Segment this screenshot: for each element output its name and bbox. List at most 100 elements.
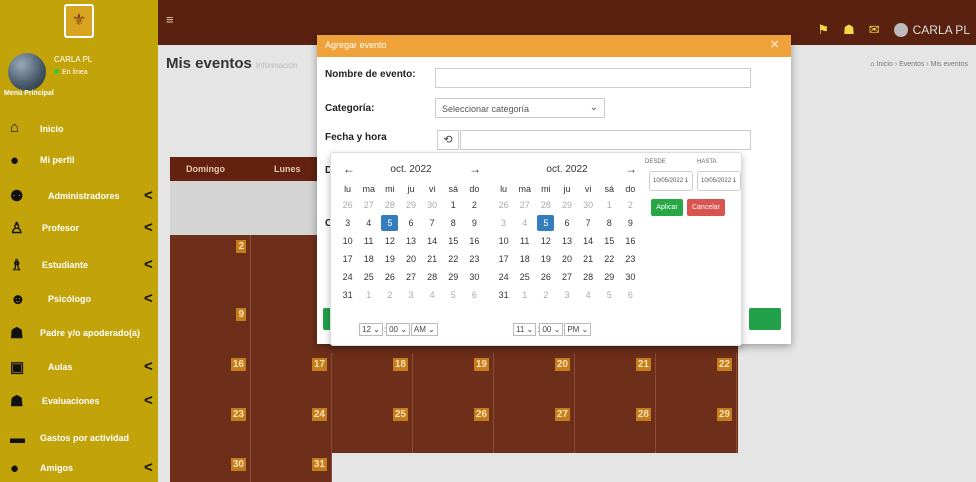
day-cell[interactable]: 6 [620, 286, 641, 304]
day-cell[interactable]: 3 [337, 214, 358, 232]
day-cell[interactable]: 23 [464, 250, 485, 268]
day-cell[interactable]: 22 [599, 250, 620, 268]
breadcrumb-eventos[interactable]: Eventos [899, 61, 924, 68]
datetime-input[interactable] [460, 130, 751, 150]
user-menu[interactable]: CARLA PL [893, 23, 970, 38]
day-cell[interactable]: 28 [535, 196, 556, 214]
sidebar-item-aulas[interactable]: ▣ Aulas < [0, 353, 158, 381]
day-cell[interactable]: 31 [493, 286, 514, 304]
day-cell[interactable]: 4 [358, 214, 379, 232]
day-cell[interactable]: 4 [578, 286, 599, 304]
day-cell[interactable]: 28 [578, 268, 599, 286]
day-cell[interactable]: 29 [443, 268, 464, 286]
day-cell[interactable]: 2 [620, 196, 641, 214]
day-cell[interactable]: 5 [599, 286, 620, 304]
day-cell[interactable]: 6 [464, 286, 485, 304]
day-cell[interactable]: 27 [514, 196, 535, 214]
calendar-day-cell[interactable]: 18 [332, 353, 413, 403]
hour-select[interactable]: 12 ⌄ [359, 323, 383, 336]
next-month-icon[interactable]: → [469, 162, 481, 176]
calendar-day-cell[interactable]: 16 [170, 353, 251, 403]
day-cell[interactable]: 11 [358, 232, 379, 250]
hamburger-menu-icon[interactable]: ≡ [166, 12, 174, 27]
day-cell[interactable]: 29 [599, 268, 620, 286]
notifications-icon[interactable]: ⚑ [817, 22, 829, 38]
calendar-day-cell[interactable]: 26 [413, 403, 494, 453]
day-cell[interactable]: 26 [493, 196, 514, 214]
sidebar-item-evaluaciones[interactable]: ☗ Evaluaciones < [0, 387, 158, 415]
event-name-input[interactable] [435, 68, 751, 88]
day-cell[interactable]: 28 [379, 196, 400, 214]
calendar-day-cell[interactable]: 17 [251, 353, 332, 403]
day-cell[interactable]: 13 [556, 232, 577, 250]
minute-select[interactable]: 00 ⌄ [539, 323, 564, 336]
day-cell[interactable]: 17 [337, 250, 358, 268]
day-cell[interactable]: 23 [620, 250, 641, 268]
friend-requests-icon[interactable]: ☗ [843, 22, 855, 38]
sidebar-item-mi-perfil[interactable]: ● Mi perfil [0, 146, 158, 174]
day-cell[interactable]: 28 [422, 268, 443, 286]
day-cell[interactable]: 4 [422, 286, 443, 304]
day-cell[interactable]: 27 [358, 196, 379, 214]
day-cell[interactable]: 20 [556, 250, 577, 268]
day-cell[interactable]: 16 [464, 232, 485, 250]
day-cell[interactable]: 2 [464, 196, 485, 214]
day-cell[interactable]: 26 [337, 196, 358, 214]
sidebar-item-administradores[interactable]: ⚉ Administradores < [0, 182, 158, 210]
day-cell[interactable]: 26 [535, 268, 556, 286]
day-cell[interactable]: 15 [443, 232, 464, 250]
calendar-day-cell[interactable]: 28 [575, 403, 656, 453]
hour-select[interactable]: 11 ⌄ [513, 323, 537, 336]
day-cell[interactable]: 24 [337, 268, 358, 286]
day-cell[interactable]: 2 [535, 286, 556, 304]
cancel-button[interactable]: Cancelar [687, 199, 725, 216]
day-cell[interactable]: 18 [358, 250, 379, 268]
day-cell[interactable]: 3 [400, 286, 421, 304]
day-cell-selected[interactable]: 5 [535, 214, 556, 232]
to-date-input[interactable]: 10/05/2022 1 [697, 171, 741, 191]
day-cell[interactable]: 27 [400, 268, 421, 286]
day-cell[interactable]: 20 [400, 250, 421, 268]
day-cell[interactable]: 6 [556, 214, 577, 232]
day-cell[interactable]: 14 [578, 232, 599, 250]
calendar-day-cell[interactable]: 25 [332, 403, 413, 453]
day-cell[interactable]: 21 [422, 250, 443, 268]
day-cell[interactable]: 25 [358, 268, 379, 286]
day-cell[interactable]: 3 [493, 214, 514, 232]
day-cell[interactable]: 13 [400, 232, 421, 250]
day-cell[interactable]: 6 [400, 214, 421, 232]
day-cell-selected[interactable]: 5 [379, 214, 400, 232]
day-cell[interactable]: 9 [620, 214, 641, 232]
day-cell[interactable]: 10 [493, 232, 514, 250]
sidebar-item-gastos[interactable]: ▬ Gastos por actividad [0, 424, 158, 452]
calendar-day-cell[interactable]: 29 [656, 403, 737, 453]
day-cell[interactable]: 5 [443, 286, 464, 304]
day-cell[interactable]: 24 [493, 268, 514, 286]
day-cell[interactable]: 26 [379, 268, 400, 286]
calendar-day-cell[interactable]: 27 [494, 403, 575, 453]
day-cell[interactable]: 2 [379, 286, 400, 304]
day-cell[interactable]: 3 [556, 286, 577, 304]
breadcrumb-home[interactable]: Inicio [877, 61, 893, 68]
sidebar-item-inicio[interactable]: ⌂ Inicio [0, 113, 158, 141]
day-cell[interactable]: 10 [337, 232, 358, 250]
day-cell[interactable]: 12 [379, 232, 400, 250]
day-cell[interactable]: 9 [464, 214, 485, 232]
calendar-day-cell[interactable]: 22 [656, 353, 737, 403]
day-cell[interactable]: 22 [443, 250, 464, 268]
calendar-day-cell[interactable]: 30 [170, 453, 251, 482]
calendar-day-cell[interactable]: 20 [494, 353, 575, 403]
day-cell[interactable]: 30 [422, 196, 443, 214]
sidebar-item-profesor[interactable]: ♙ Profesor < [0, 214, 158, 242]
close-icon[interactable]: × [770, 36, 779, 53]
day-cell[interactable]: 7 [578, 214, 599, 232]
day-cell[interactable]: 11 [514, 232, 535, 250]
day-cell[interactable]: 1 [599, 196, 620, 214]
calendar-day-cell[interactable]: 9 [170, 303, 251, 353]
day-cell[interactable]: 19 [379, 250, 400, 268]
day-cell[interactable]: 30 [578, 196, 599, 214]
logo-area[interactable]: ⚜ [0, 0, 158, 45]
day-cell[interactable]: 4 [514, 214, 535, 232]
day-cell[interactable]: 7 [422, 214, 443, 232]
day-cell[interactable]: 31 [337, 286, 358, 304]
